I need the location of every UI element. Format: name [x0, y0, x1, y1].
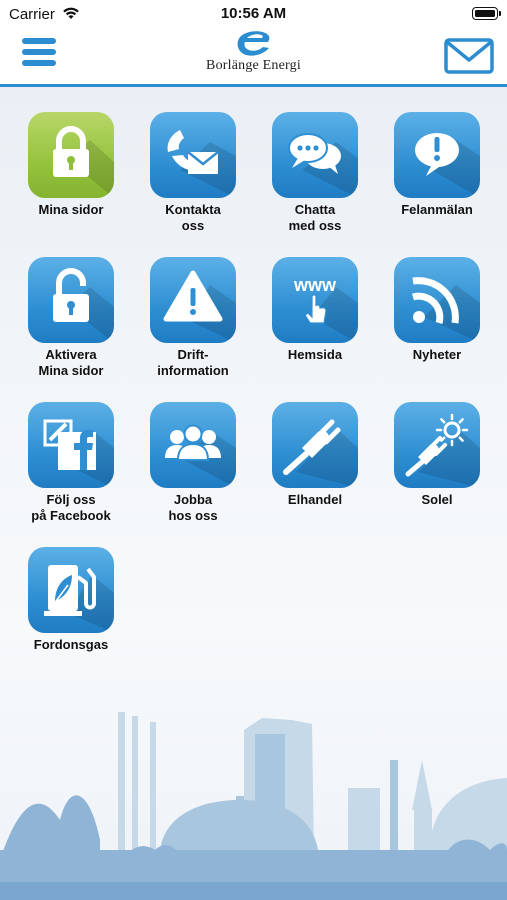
- tile-nyheter[interactable]: Nyheter: [387, 257, 487, 363]
- rss-icon: [412, 277, 480, 343]
- phone-envelope-icon: [167, 130, 236, 198]
- tile-label: Chatta med oss: [288, 202, 342, 233]
- www-pointer-icon: www: [293, 275, 358, 343]
- borlange-energi-logo: Borlänge Energi: [0, 30, 507, 74]
- tile-label: Felanmälan: [401, 202, 473, 217]
- warning-triangle-icon: [163, 270, 236, 343]
- tile-label: Kontakta oss: [165, 202, 221, 233]
- status-bar: Carrier 10:56 AM: [0, 0, 507, 28]
- tile-folj-oss-pa-facebook[interactable]: Följ oss på Facebook: [21, 402, 121, 524]
- app-header: Borlänge Energi: [0, 28, 507, 87]
- plug-sun-icon: [405, 413, 480, 488]
- tile-jobba-hos-oss[interactable]: Jobba hos oss: [143, 402, 243, 524]
- logo-text: Borlänge Energi: [206, 58, 301, 73]
- tile-label: Elhandel: [287, 492, 343, 507]
- city-skyline-illustration: [0, 712, 507, 900]
- chat-bubbles-icon: [288, 133, 358, 198]
- tile-label: Jobba hos oss: [168, 492, 218, 523]
- tile-elhandel[interactable]: Elhandel: [265, 402, 365, 508]
- tile-chatta-med-oss[interactable]: Chatta med oss: [265, 112, 365, 234]
- tile-label: Solel: [421, 492, 453, 507]
- exclamation-bubble-icon: [415, 133, 480, 198]
- fuel-pump-leaf-icon: [44, 565, 114, 633]
- tile-label: Följ oss på Facebook: [31, 492, 111, 523]
- padlock-icon: [53, 126, 114, 198]
- tile-label: Drift- information: [157, 347, 229, 378]
- electric-plug-icon: [283, 419, 358, 488]
- logo-mark-icon: [237, 31, 269, 56]
- tile-label: Hemsida: [287, 347, 343, 362]
- open-padlock-icon: [53, 268, 114, 343]
- tile-kontakta-oss[interactable]: Kontakta oss: [143, 112, 243, 234]
- clock: 10:56 AM: [220, 5, 287, 22]
- tile-aktivera-mina-sidor[interactable]: Aktivera Mina sidor: [21, 257, 121, 379]
- tile-hemsida[interactable]: www Hemsida: [265, 257, 365, 363]
- tile-label: Aktivera Mina sidor: [38, 347, 104, 378]
- tile-driftinformation[interactable]: Drift- information: [143, 257, 243, 379]
- tile-mina-sidor[interactable]: Mina sidor: [21, 112, 121, 218]
- tile-label: Nyheter: [412, 347, 462, 362]
- tile-solel[interactable]: Solel: [387, 402, 487, 508]
- envelope-icon[interactable]: [444, 38, 494, 74]
- tile-felanmalan[interactable]: Felanmälan: [387, 112, 487, 218]
- tile-label: Fordonsgas: [33, 637, 109, 652]
- people-group-icon: [165, 424, 236, 488]
- www-text: www: [293, 275, 337, 295]
- tile-label: Mina sidor: [38, 202, 104, 217]
- tile-fordonsgas[interactable]: Fordonsgas: [21, 547, 121, 653]
- facebook-icon: [43, 419, 114, 488]
- battery-icon: [472, 7, 501, 20]
